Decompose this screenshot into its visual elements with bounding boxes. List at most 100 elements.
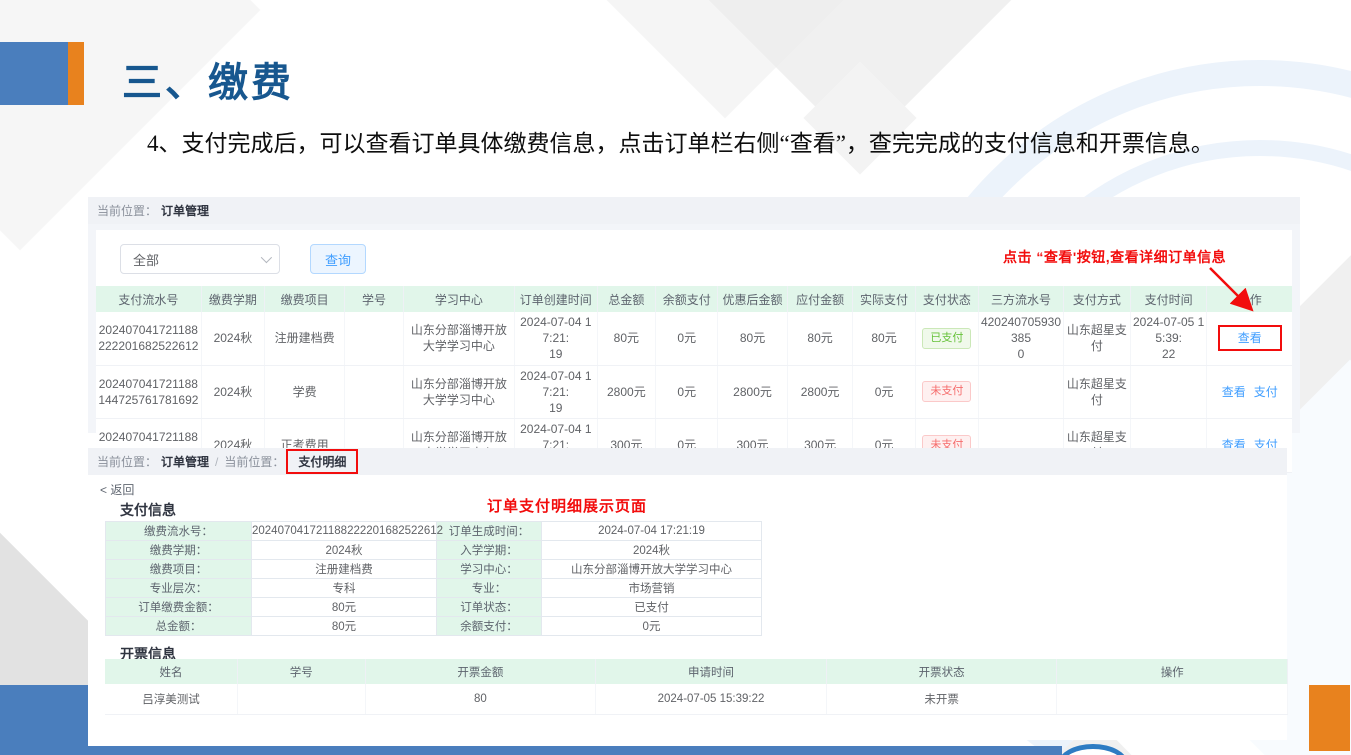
column-header: 姓名	[105, 659, 237, 684]
column-header: 操作	[1207, 286, 1292, 312]
column-header: 支付时间	[1130, 286, 1207, 312]
detail-label: 专业：	[437, 579, 542, 598]
cell-line: 0	[980, 346, 1062, 362]
payment-info-table: 缴费流水号：202407041721188222201682522612订单生成…	[105, 521, 762, 636]
column-header: 三方流水号	[979, 286, 1064, 312]
column-header: 缴费项目	[265, 286, 345, 312]
cell-line: 420240705930385	[980, 314, 1062, 346]
back-link[interactable]: < 返回	[100, 481, 134, 498]
annotation-click-view: 点击 “查看'按钮,查看详细订单信息	[1003, 247, 1226, 267]
breadcrumb-separator: /	[215, 455, 218, 469]
table-cell: 2024-07-05 15:39:22	[596, 684, 827, 714]
table-cell: 2024-07-04 17:21:19	[515, 312, 598, 365]
column-header: 开票状态	[826, 659, 1057, 684]
action-link-查看[interactable]: 查看	[1222, 385, 1246, 399]
breadcrumb-current[interactable]: 订单管理	[161, 202, 209, 219]
column-header: 支付状态	[915, 286, 978, 312]
detail-row: 总金额：80元余额支付：0元	[106, 617, 762, 636]
cell-line: 19	[516, 400, 596, 416]
invoice-header-row: 姓名学号开票金额申请时间开票状态操作	[105, 659, 1288, 684]
table-cell: 2800元	[597, 365, 656, 419]
detail-label: 学习中心：	[437, 560, 542, 579]
table-cell: 未开票	[826, 684, 1057, 714]
breadcrumb: 当前位置： 订单管理	[88, 197, 1300, 224]
table-cell: 202407041721188144725761781692	[96, 365, 201, 419]
table-cell: 0元	[656, 365, 718, 419]
detail-label: 订单生成时间：	[437, 522, 542, 541]
detail-row: 缴费流水号：202407041721188222201682522612订单生成…	[106, 522, 762, 541]
table-cell: 80元	[718, 312, 787, 365]
detail-value: 2024秋	[252, 541, 437, 560]
detail-label: 缴费项目：	[106, 560, 252, 579]
cell-line: 202407041721188	[97, 322, 200, 338]
table-cell: 2800元	[718, 365, 787, 419]
column-header: 支付方式	[1063, 286, 1130, 312]
detail-label: 订单缴费金额：	[106, 598, 252, 617]
detail-value: 2024秋	[542, 541, 762, 560]
breadcrumb-current-highlighted[interactable]: 支付明细	[286, 449, 358, 474]
order-type-select[interactable]: 全部	[120, 244, 280, 274]
footer-blue-block	[0, 685, 88, 755]
detail-value: 2024-07-04 17:21:19	[542, 522, 762, 541]
cell-line: 大学学习中心	[405, 392, 513, 408]
column-header: 订单创建时间	[515, 286, 598, 312]
column-header: 学号	[237, 659, 365, 684]
table-cell: 查看	[1207, 312, 1292, 365]
action-link-查看[interactable]: 查看	[1238, 331, 1262, 345]
cell-line: 144725761781692	[97, 392, 200, 408]
table-cell: 注册建档费	[265, 312, 345, 365]
table-cell	[979, 365, 1064, 419]
detail-value: 专科	[252, 579, 437, 598]
presentation-slide: 三、缴费 4、支付完成后，可以查看订单具体缴费信息，点击订单栏右侧“查看”，查完…	[0, 0, 1351, 755]
table-cell	[237, 684, 365, 714]
cell-line: 202407041721188	[97, 429, 200, 445]
table-cell: 80元	[787, 312, 853, 365]
footer-blue-bar	[0, 746, 1062, 755]
background-diamond	[492, 0, 959, 118]
detail-label: 订单状态：	[437, 598, 542, 617]
payment-detail-screenshot: 当前位置： 订单管理 / 当前位置： 支付明细 < 返回 支付信息 缴费流水号：…	[88, 448, 1287, 740]
column-header: 实际支付	[853, 286, 915, 312]
table-cell	[1057, 684, 1288, 714]
column-header: 学习中心	[403, 286, 514, 312]
table-cell: 山东超星支付	[1063, 365, 1130, 419]
column-header: 应付金额	[787, 286, 853, 312]
column-header: 优惠后金额	[718, 286, 787, 312]
query-button[interactable]: 查询	[310, 244, 366, 274]
highlight-red-box: 查看	[1218, 325, 1282, 351]
table-cell: 202407041721188222201682522612	[96, 312, 201, 365]
table-cell	[1130, 365, 1207, 419]
action-link-支付[interactable]: 支付	[1254, 385, 1278, 399]
detail-label: 专业层次：	[106, 579, 252, 598]
column-header: 学号	[345, 286, 404, 312]
column-header: 开票金额	[365, 659, 596, 684]
table-row: 2024070417211882222016825226122024秋注册建档费…	[96, 312, 1292, 365]
annotation-detail-page: 订单支付明细展示页面	[487, 495, 647, 516]
order-management-screenshot: 当前位置： 订单管理 全部 查询 支付流水号缴费学期缴费项目学号学习中心订单创建…	[88, 197, 1300, 433]
table-cell: 2024-07-04 17:21:19	[515, 365, 598, 419]
breadcrumb-prefix: 当前位置：	[97, 202, 157, 219]
detail-value: 0元	[542, 617, 762, 636]
slide-body-text: 4、支付完成后，可以查看订单具体缴费信息，点击订单栏右侧“查看”，查完完成的支付…	[147, 127, 1252, 160]
table-cell: 4202407059303850	[979, 312, 1064, 365]
invoice-table: 姓名学号开票金额申请时间开票状态操作 吕淳美测试802024-07-05 15:…	[105, 659, 1288, 715]
detail-label: 缴费学期：	[106, 541, 252, 560]
detail-label: 余额支付：	[437, 617, 542, 636]
table-cell: 80	[365, 684, 596, 714]
cell-line: 2024-07-05 15:39:	[1132, 314, 1206, 346]
table-row: 2024070417211881447257617816922024秋学费山东分…	[96, 365, 1292, 419]
column-header: 操作	[1057, 659, 1288, 684]
slide-title: 三、缴费	[122, 50, 294, 108]
detail-value: 市场营销	[542, 579, 762, 598]
breadcrumb-order-management[interactable]: 订单管理	[161, 453, 209, 470]
cell-line: 222201682522612	[97, 338, 200, 354]
table-cell: 查看支付	[1207, 365, 1292, 419]
footer-logo-arc	[1058, 744, 1128, 755]
column-header: 余额支付	[656, 286, 718, 312]
table-cell: 山东分部淄博开放大学学习中心	[403, 365, 514, 419]
detail-value: 202407041721188222201682522612	[252, 522, 437, 541]
cell-line: 山东分部淄博开放	[405, 429, 513, 445]
detail-value: 80元	[252, 617, 437, 636]
payment-info-heading: 支付信息	[120, 500, 176, 520]
column-header: 总金额	[597, 286, 656, 312]
